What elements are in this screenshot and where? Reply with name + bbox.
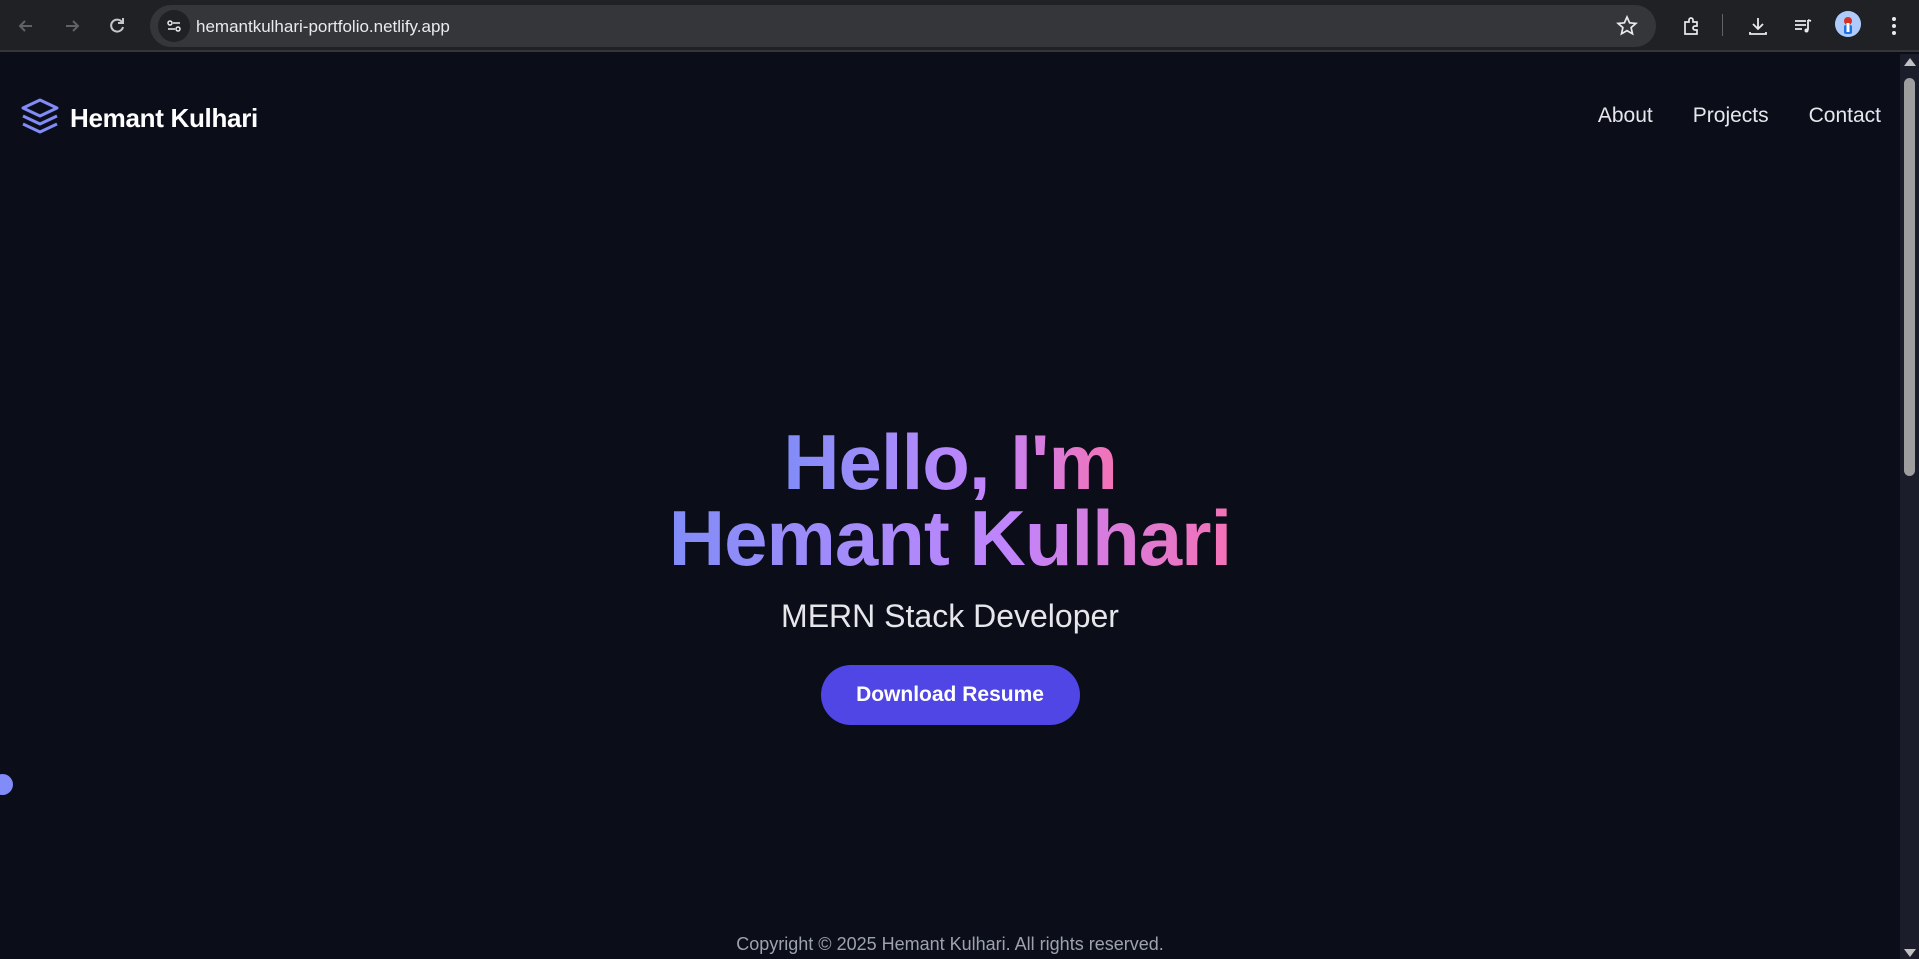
hero-section: Hello, I'm Hemant Kulhari MERN Stack Dev…: [0, 418, 1900, 725]
page-scrollbar[interactable]: [1900, 54, 1919, 959]
download-resume-button[interactable]: Download Resume: [820, 665, 1080, 725]
hero-heading: Hello, I'm Hemant Kulhari: [0, 418, 1900, 582]
brand-logo[interactable]: Hemant Kulhari: [20, 96, 258, 141]
avatar[interactable]: [1835, 11, 1861, 37]
site-settings-icon[interactable]: [158, 10, 190, 42]
scrollbar-thumb[interactable]: [1904, 78, 1915, 476]
nav-link-projects[interactable]: Projects: [1693, 104, 1769, 128]
floating-dot: [0, 774, 13, 795]
scroll-up-arrow-icon[interactable]: [1904, 58, 1916, 66]
puzzle-icon[interactable]: [1678, 12, 1706, 40]
forward-arrow-icon[interactable]: [56, 10, 88, 42]
footer-copyright: Copyright © 2025 Hemant Kulhari. All rig…: [736, 934, 1164, 954]
stacked-layers-icon: [20, 96, 60, 141]
kebab-menu-icon[interactable]: [1880, 12, 1908, 40]
media-queue-icon[interactable]: [1789, 12, 1817, 40]
download-icon[interactable]: [1744, 12, 1772, 40]
url-text[interactable]: hemantkulhari-portfolio.netlify.app: [196, 17, 450, 37]
hero-name: Hemant Kulhari: [668, 494, 1232, 582]
brand-name: Hemant Kulhari: [70, 103, 258, 133]
nav-link-contact[interactable]: Contact: [1809, 104, 1881, 128]
portfolio-page: Hemant Kulhari About Projects Contact He…: [0, 54, 1900, 959]
nav-link-about[interactable]: About: [1598, 104, 1653, 128]
browser-toolbar: hemantkulhari-portfolio.netlify.app: [0, 0, 1919, 52]
hero-role: MERN Stack Developer: [781, 598, 1119, 634]
address-bar[interactable]: hemantkulhari-portfolio.netlify.app: [150, 5, 1656, 47]
star-icon[interactable]: [1616, 14, 1638, 37]
scroll-down-arrow-icon[interactable]: [1904, 949, 1916, 957]
hero-greeting: Hello, I'm: [783, 418, 1118, 506]
back-arrow-icon[interactable]: [10, 10, 42, 42]
toolbar-divider: [1722, 14, 1723, 36]
reload-icon[interactable]: [101, 10, 133, 42]
main-nav: About Projects Contact: [1598, 104, 1881, 128]
